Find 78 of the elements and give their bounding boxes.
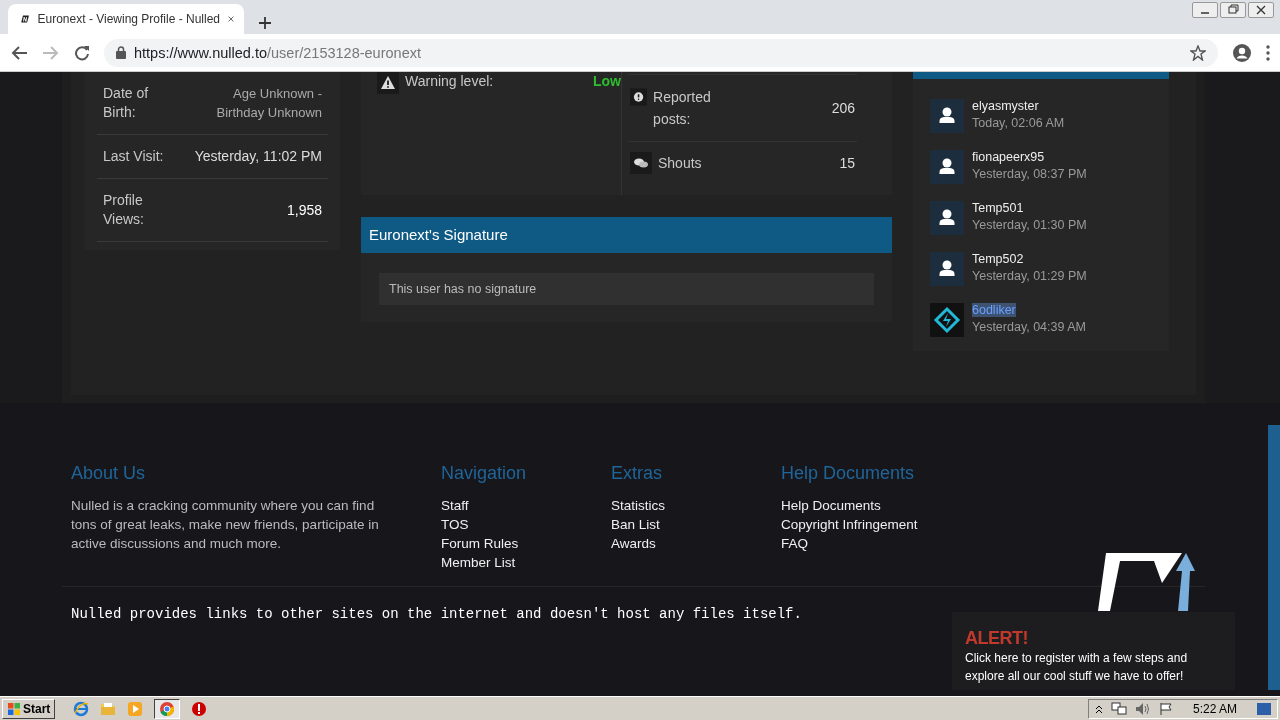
section-heading: About Us (71, 463, 147, 484)
flag-icon[interactable] (1158, 701, 1173, 716)
visit-time: Yesterday, 04:39 AM (972, 320, 1086, 334)
internet-explorer-icon[interactable] (73, 700, 90, 717)
reload-icon[interactable] (74, 44, 90, 61)
footer-link[interactable]: Awards (611, 534, 656, 553)
url-text: https://www.nulled.to/user/2153128-euronext (134, 44, 421, 61)
footer-link[interactable]: Member List (441, 553, 516, 572)
username-link[interactable]: Temp502 (972, 252, 1024, 266)
close-icon[interactable] (1248, 2, 1274, 18)
close-icon[interactable] (228, 14, 234, 24)
avatar-icon[interactable] (930, 99, 964, 133)
stat-label: Shouts (658, 154, 702, 173)
stat-label: Reported posts: (653, 88, 712, 129)
restore-icon[interactable] (1220, 2, 1246, 18)
footer-link[interactable]: FAQ (781, 534, 808, 553)
alert-popup[interactable]: ALERT! Click here to register with a few steps and explore all our cool stuff we have to offer! (952, 612, 1235, 690)
menu-icon[interactable] (1266, 44, 1270, 61)
field-label: Last Visit: (103, 147, 165, 166)
footer-link[interactable]: Ban List (611, 515, 660, 534)
warning-label: Warning level: (405, 72, 495, 89)
footer-link[interactable]: TOS (441, 515, 469, 534)
show-desktop-icon[interactable] (1257, 702, 1271, 715)
chrome-taskbar-button[interactable] (154, 698, 181, 719)
footer-link[interactable]: Statistics (611, 496, 665, 515)
field-label: Profile Views: (103, 191, 145, 229)
section-heading: Extras (611, 463, 663, 484)
footer-link[interactable]: Forum Rules (441, 534, 519, 553)
avatar-logo-icon[interactable] (930, 303, 964, 337)
stat-value: 15 (839, 155, 855, 171)
username-link[interactable]: elyasmyster (972, 99, 1039, 113)
field-value: Yesterday, 11:02 PM (194, 147, 322, 166)
minimize-icon[interactable] (1192, 2, 1218, 18)
alert-title: ALERT! (965, 628, 1029, 649)
network-icon[interactable] (1110, 701, 1127, 716)
account-icon[interactable] (1232, 42, 1252, 63)
chevron-up-icon[interactable] (1094, 703, 1103, 714)
footer-link[interactable]: Copyright Infringement (781, 515, 918, 534)
footer-link[interactable]: Staff (441, 496, 469, 515)
signature-text: This user has no signature (379, 273, 874, 305)
address-bar[interactable]: https://www.nulled.to/user/2153128-euronext (104, 38, 1218, 67)
alert-text: Click here to register with a few steps and explore all our cool stuff we have to offer! (965, 650, 1189, 685)
section-heading: Navigation (441, 463, 528, 484)
site-logo-icon (1098, 553, 1198, 611)
field-label: Date of Birth: (103, 84, 150, 122)
section-heading: Help Documents (781, 463, 916, 484)
windows-logo-icon (7, 701, 21, 716)
visit-time: Yesterday, 01:30 PM (972, 218, 1087, 232)
disclaimer-text: Nulled provides links to other sites on the internet and doesn't host any files itself. (70, 605, 803, 622)
username-link[interactable]: Temp501 (972, 201, 1024, 215)
star-icon[interactable] (1190, 44, 1206, 61)
stop-icon[interactable] (191, 700, 208, 717)
clock-time: 5:22 AM (1192, 701, 1237, 716)
chat-icon (630, 152, 652, 174)
tab-title: Euronext - Viewing Profile - Nulled (37, 12, 221, 26)
stat-value: 206 (831, 100, 855, 116)
signature-header: Euronext's Signature (361, 217, 892, 253)
username-link[interactable]: fionapeerx95 (972, 150, 1045, 164)
about-text: Nulled is a cracking community where you can find tons of great leaks, make new friends, participate in active discussions and much more. (71, 497, 380, 553)
visit-time: Yesterday, 08:37 PM (972, 167, 1087, 181)
avatar-icon[interactable] (930, 150, 964, 184)
avatar-icon[interactable] (930, 201, 964, 235)
field-value: Age Unknown - Birthday Unknown (215, 85, 322, 122)
forward-icon (42, 44, 60, 61)
visit-time: Yesterday, 01:29 PM (972, 269, 1087, 283)
alert-icon (630, 86, 648, 108)
visit-time: Today, 02:06 AM (972, 116, 1065, 130)
browser-tab[interactable]: Euronext - Viewing Profile - Nulled (8, 4, 244, 34)
new-tab-icon[interactable] (258, 16, 272, 30)
chrome-icon (159, 700, 176, 717)
warning-value: Low (593, 72, 621, 89)
footer-link[interactable]: Help Documents (781, 496, 881, 515)
back-icon[interactable] (10, 44, 28, 61)
start-button[interactable]: Start (2, 698, 56, 719)
lock-icon (116, 46, 126, 59)
avatar-icon[interactable] (930, 252, 964, 286)
field-value: 1,958 (286, 200, 322, 220)
volume-icon[interactable] (1134, 701, 1151, 716)
